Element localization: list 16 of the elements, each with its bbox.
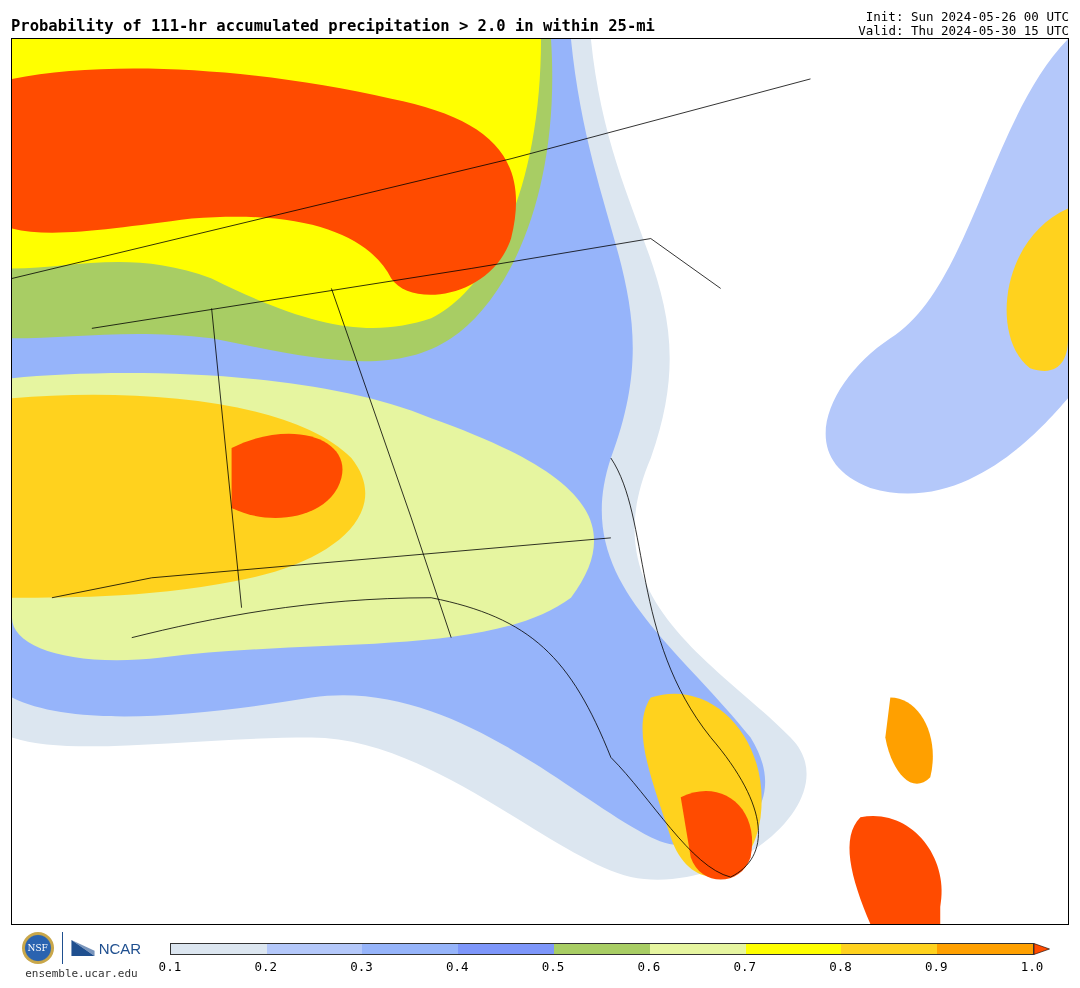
site-url: ensemble.ucar.edu [25, 967, 138, 980]
ncar-mark-icon [70, 940, 95, 956]
tick-label: 0.4 [445, 959, 470, 974]
tick-label: 0.6 [636, 959, 662, 974]
tick-label: 0.9 [924, 959, 949, 974]
tick-label: 0.7 [732, 959, 757, 974]
plot-title: Probability of 111-hr accumulated precipitation > 2.0 in within 25-mi [11, 16, 655, 36]
tick-label: 0.5 [540, 959, 566, 974]
init-time: Init: Sun 2024-05-26 00 UTC [864, 10, 1069, 24]
valid-time: Valid: Thu 2024-05-30 15 UTC [858, 24, 1069, 38]
ncar-logo-text: NCAR [98, 939, 142, 957]
tick-label: 1.0 [1019, 959, 1045, 974]
nsf-logo: NSF [21, 932, 54, 964]
tick-label: 0.8 [828, 959, 853, 974]
tick-label: 0.3 [349, 959, 374, 974]
tick-label: 0.2 [253, 959, 278, 974]
